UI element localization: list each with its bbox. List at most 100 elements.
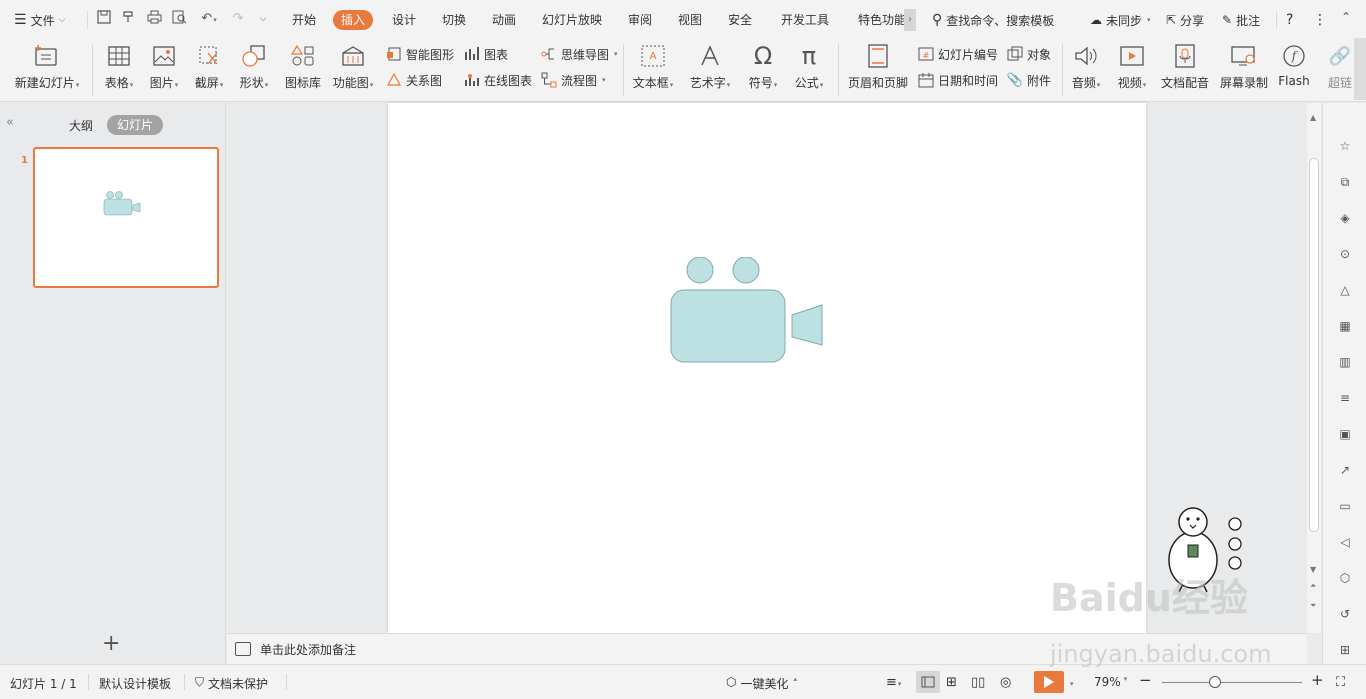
add-slide-button[interactable]: + (102, 633, 120, 655)
reading-view-icon[interactable]: ▯▯ (971, 675, 985, 690)
slide-canvas[interactable] (388, 103, 1146, 633)
zoom-slider-track[interactable] (1162, 682, 1302, 683)
audio-button[interactable]: 音频▾ (1068, 42, 1104, 100)
template-name[interactable]: 默认设计模板 (99, 675, 171, 692)
doc-protection-status[interactable]: ⛉ 文档未保护 (195, 675, 268, 692)
grid-icon[interactable]: ▦ (1335, 316, 1355, 336)
print-icon[interactable] (145, 10, 163, 28)
slideshow-options-icon[interactable]: ▾ (1069, 675, 1074, 689)
vertical-scrollbar[interactable]: ▲ ▼ ⏶ ⏷ (1307, 103, 1321, 633)
tab-transitions[interactable]: 切换 (442, 10, 466, 30)
location-icon[interactable]: ⊙ (1335, 244, 1355, 264)
tab-features[interactable]: 特色功能 (858, 10, 904, 30)
scrollbar-thumb[interactable] (1309, 158, 1319, 532)
copy-icon[interactable]: ⧉ (1335, 172, 1355, 192)
notes-toggle-icon[interactable]: ≡▾ (886, 675, 901, 690)
slides-tab[interactable]: 幻灯片 (107, 115, 163, 135)
comment-button[interactable]: ✎ 批注 (1222, 9, 1260, 31)
smart-shape-button[interactable]: 智能图形 (386, 44, 454, 64)
flowchart-button[interactable]: 流程图 ▾ (541, 70, 606, 90)
presenter-view-icon[interactable]: ◎ (1000, 675, 1011, 690)
customize-quick-access-icon[interactable]: ⌵ (254, 10, 272, 28)
undo-icon[interactable]: ↶▾ (196, 10, 222, 28)
relation-chart-button[interactable]: 关系图 (386, 70, 442, 90)
collapse-ribbon-icon[interactable]: ⌃ (1338, 10, 1354, 28)
normal-view-icon[interactable] (916, 671, 940, 693)
file-menu[interactable]: ☰ 文件 ⌵ (14, 9, 65, 31)
icon-library-button[interactable]: 图标库 (283, 42, 323, 100)
star-icon[interactable]: ☆ (1335, 136, 1355, 156)
zoom-level[interactable]: 79% ▾ (1094, 675, 1127, 689)
archive-icon[interactable]: ▭ (1335, 496, 1355, 516)
object-button[interactable]: 对象 (1007, 44, 1051, 64)
camera-shape[interactable] (670, 257, 826, 364)
format-painter-icon[interactable] (119, 10, 137, 28)
more-tools-icon[interactable]: ⊞ (1335, 640, 1355, 660)
tabs-scroll-right-icon[interactable]: › (904, 9, 916, 31)
function-chart-button[interactable]: 功能图▾ (329, 42, 377, 100)
screenshot-button[interactable]: 截屏▾ (191, 42, 227, 100)
shield-icon[interactable]: ⬡ (1335, 568, 1355, 588)
chart-button[interactable]: 图表 (464, 44, 508, 64)
print-preview-icon[interactable] (170, 10, 188, 28)
formula-button[interactable]: π 公式▾ (791, 42, 827, 100)
slide-thumbnail-1[interactable] (33, 147, 219, 288)
shape-style-icon[interactable]: ◈ (1335, 208, 1355, 228)
scroll-down-icon[interactable]: ▼ (1310, 565, 1316, 574)
more-options-button[interactable]: ⋮ (1313, 9, 1327, 31)
redo-icon[interactable]: ↷ (229, 10, 247, 28)
tab-security[interactable]: 安全 (728, 10, 752, 30)
scroll-up-icon[interactable]: ▲ (1310, 113, 1316, 122)
help-button[interactable]: ? (1286, 9, 1293, 31)
history-icon[interactable]: ↺ (1335, 604, 1355, 624)
outline-tab[interactable]: 大纲 (69, 117, 93, 134)
zoom-out-button[interactable]: − (1139, 671, 1152, 689)
shape-button[interactable]: 形状▾ (236, 42, 272, 100)
command-search[interactable]: ⚲ 查找命令、搜索模板 (932, 9, 1054, 31)
header-footer-button[interactable]: 页眉和页脚 (846, 42, 910, 100)
datetime-button[interactable]: 日期和时间 (918, 70, 998, 90)
next-slide-icon[interactable]: ⏷ (1310, 601, 1316, 611)
hyperlink-button[interactable]: 🔗 超链 (1326, 42, 1354, 100)
wordart-button[interactable]: 艺术字▾ (686, 42, 734, 100)
image-icon[interactable]: ▣ (1335, 424, 1355, 444)
tab-design[interactable]: 设计 (392, 10, 416, 30)
video-button[interactable]: 视频▾ (1114, 42, 1150, 100)
share-button[interactable]: ⇱ 分享 (1166, 9, 1204, 31)
chart-icon[interactable]: ▥ (1335, 352, 1355, 372)
tab-slideshow[interactable]: 幻灯片放映 (542, 10, 602, 30)
slide-number-button[interactable]: # 幻灯片编号 (918, 44, 998, 64)
layers-icon[interactable]: △ (1335, 280, 1355, 300)
table-button[interactable]: 表格▾ (101, 42, 137, 100)
flash-button[interactable]: f Flash (1276, 42, 1312, 100)
tab-review[interactable]: 审阅 (628, 10, 652, 30)
zoom-in-button[interactable]: + (1311, 671, 1324, 689)
picture-button[interactable]: 图片▾ (146, 42, 182, 100)
slide-sorter-view-icon[interactable]: ⊞ (946, 675, 957, 690)
online-chart-button[interactable]: 在线图表 (464, 70, 532, 90)
fit-window-icon[interactable]: ⛶ (1336, 675, 1345, 690)
speaker-icon[interactable]: ◁ (1335, 532, 1355, 552)
new-slide-button[interactable]: 新建幻灯片▾ (10, 42, 84, 100)
ribbon-scroll-icon[interactable] (1354, 38, 1366, 100)
symbol-button[interactable]: Ω 符号▾ (745, 42, 781, 100)
doc-dubbing-button[interactable]: 文档配音 (1160, 42, 1210, 100)
settings-sliders-icon[interactable]: ≡ (1335, 388, 1355, 408)
tab-animations[interactable]: 动画 (492, 10, 516, 30)
mindmap-button[interactable]: 思维导图 ▾ (541, 44, 618, 64)
textbox-button[interactable]: A 文本框▾ (630, 42, 676, 100)
tab-home[interactable]: 开始 (292, 10, 316, 30)
previous-slide-icon[interactable]: ⏶ (1310, 581, 1316, 591)
tab-view[interactable]: 视图 (678, 10, 702, 30)
tab-developer[interactable]: 开发工具 (781, 10, 829, 30)
zoom-slider-thumb[interactable] (1209, 676, 1221, 688)
attachment-button[interactable]: 📎 附件 (1007, 70, 1051, 90)
save-icon[interactable] (95, 10, 113, 28)
export-icon[interactable]: ↗ (1335, 460, 1355, 480)
beautify-button[interactable]: ⬡ 一键美化 ▴ (726, 675, 797, 692)
tab-insert[interactable]: 插入 (333, 10, 374, 30)
play-slideshow-button[interactable] (1034, 671, 1064, 693)
screen-record-button[interactable]: 屏幕录制 (1218, 42, 1270, 100)
collapse-pane-icon[interactable]: « (6, 115, 14, 130)
sync-status-button[interactable]: ☁ 未同步 ▾ (1090, 9, 1151, 31)
